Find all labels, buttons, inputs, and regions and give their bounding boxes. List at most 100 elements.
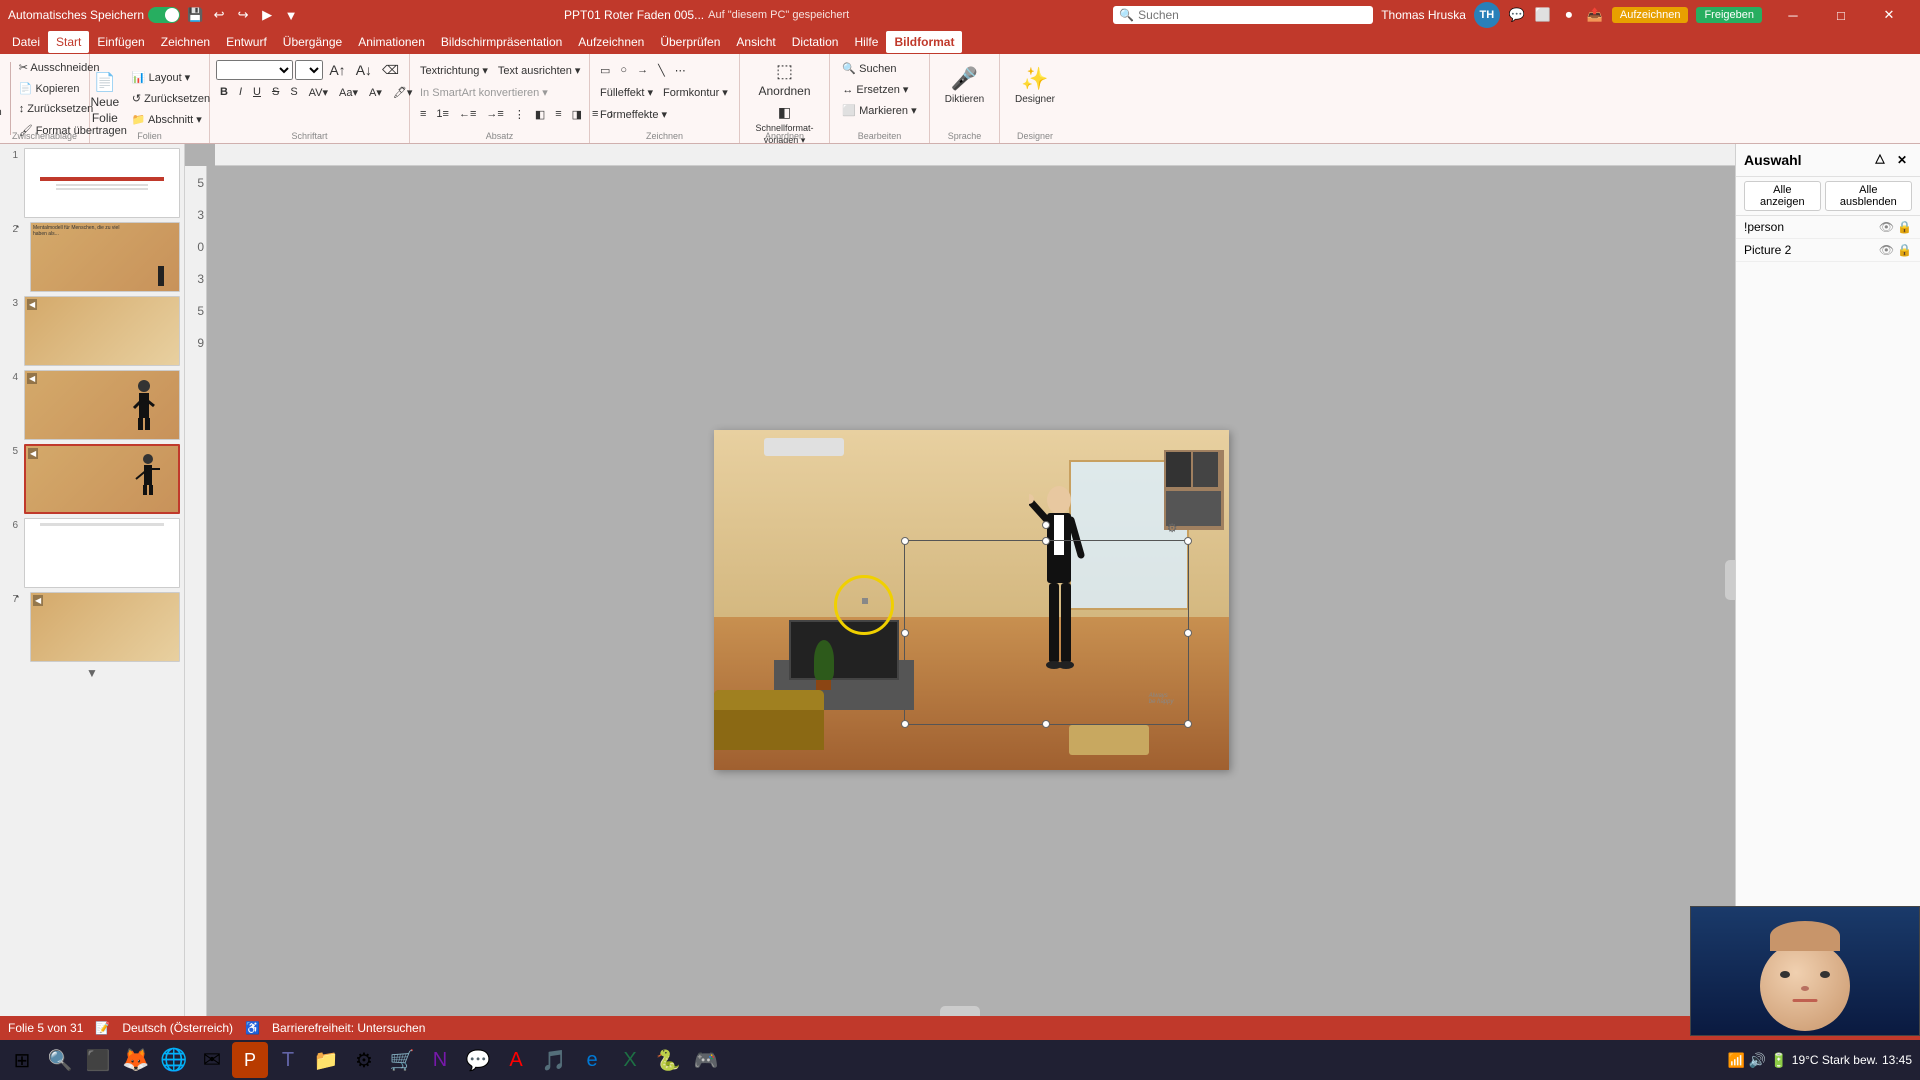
handle-tm[interactable] [1042, 537, 1050, 545]
slide-img-3[interactable]: ◀ [24, 296, 180, 366]
menu-dictation[interactable]: Dictation [784, 31, 847, 53]
present-icon[interactable]: ▶ [258, 6, 276, 24]
save-icon[interactable]: 💾 [186, 6, 204, 24]
menu-bildschirmpraesenation[interactable]: Bildschirmpräsentation [433, 31, 570, 53]
bold-btn[interactable]: B [216, 82, 232, 102]
fulleffekt-btn[interactable]: Fülleffekt ▾ [596, 82, 657, 102]
menu-einfuegen[interactable]: Einfügen [89, 31, 152, 53]
slide-thumb-5[interactable]: 5 ◀ [4, 444, 180, 514]
list-ol-btn[interactable]: 1≡ [432, 104, 453, 124]
shadow-btn[interactable]: S [286, 82, 301, 102]
slide-img-4[interactable]: ◀ [24, 370, 180, 440]
slide-thumb-4[interactable]: 4 ◀ [4, 370, 180, 440]
menu-aufzeichnen[interactable]: Aufzeichnen [570, 31, 652, 53]
redo-icon[interactable]: ↪ [234, 6, 252, 24]
handle-tl[interactable] [901, 537, 909, 545]
slide-img-1[interactable] [24, 148, 180, 218]
align-center-btn[interactable]: ≡ [551, 104, 565, 124]
formeffekte-btn[interactable]: Formeffekte ▾ [596, 104, 671, 124]
search-taskbar-btn[interactable]: 🔍 [42, 1042, 78, 1078]
search-input[interactable] [1138, 8, 1367, 22]
record-icon[interactable]: ⏺ [1560, 6, 1578, 24]
edge-icon[interactable]: e [574, 1042, 610, 1078]
fontcolor-btn[interactable]: A▾ [365, 82, 386, 102]
slide-img-5[interactable]: ◀ [24, 444, 180, 514]
menu-ueberpruefen[interactable]: Überprüfen [652, 31, 728, 53]
menu-ansicht[interactable]: Ansicht [728, 31, 783, 53]
chrome-icon[interactable]: 🌐 [156, 1042, 192, 1078]
lock-icon[interactable]: 🔒 [1897, 220, 1912, 234]
suchen-btn[interactable]: 🔍 Suchen [838, 58, 920, 78]
slide-thumb-3[interactable]: 3 ◀ [4, 296, 180, 366]
ersetzen-btn[interactable]: ↔ Ersetzen ▾ [838, 79, 920, 99]
visibility2-icon[interactable]: 👁 [1879, 243, 1894, 257]
weather-info[interactable]: 19°C Stark bew. [1792, 1053, 1878, 1067]
network-icon[interactable]: 📶 [1727, 1052, 1744, 1069]
panel-item-person[interactable]: !person 👁 🔒 [1736, 216, 1920, 239]
freigeben-btn[interactable]: Freigeben [1696, 7, 1762, 23]
share-icon[interactable]: 📤 [1586, 6, 1604, 24]
outlook-icon[interactable]: ✉ [194, 1042, 230, 1078]
shape-arrow[interactable]: → [633, 60, 652, 80]
resize-handle-right[interactable] [1725, 560, 1735, 600]
menu-zeichnen[interactable]: Zeichnen [153, 31, 218, 53]
menu-bildformat[interactable]: Bildformat [886, 31, 962, 53]
firefox-icon[interactable]: 🦊 [118, 1042, 154, 1078]
autosave-switch[interactable] [148, 7, 180, 23]
close-btn[interactable]: ✕ [1866, 0, 1912, 30]
start-btn[interactable]: ⊞ [4, 1042, 40, 1078]
slide-img-7[interactable]: ◀ [30, 592, 180, 662]
handle-ml[interactable] [901, 629, 909, 637]
autosave-toggle[interactable]: Automatisches Speichern [8, 7, 180, 23]
handle-bl[interactable] [901, 720, 909, 728]
music-icon[interactable]: 🎵 [536, 1042, 572, 1078]
formkontur-btn[interactable]: Formkontur ▾ [659, 82, 732, 102]
panel-item-picture2[interactable]: Picture 2 👁 🔒 [1736, 239, 1920, 262]
strikethrough-btn[interactable]: S [268, 82, 283, 102]
lock2-icon[interactable]: 🔒 [1897, 243, 1912, 257]
explorer-icon[interactable]: 📁 [308, 1042, 344, 1078]
resize-handle-bottom[interactable] [940, 1006, 980, 1016]
hide-all-btn[interactable]: Alle ausblenden [1825, 181, 1912, 211]
visibility-icon[interactable]: 👁 [1879, 220, 1894, 234]
teams-icon[interactable]: T [270, 1042, 306, 1078]
slide-img-2[interactable]: Mentalmodell für Menschen, die zu viel h… [30, 222, 180, 292]
smartart-btn[interactable]: In SmartArt konvertieren ▾ [416, 82, 552, 102]
settings-taskbar-icon[interactable]: ⚙ [346, 1042, 382, 1078]
comment-icon[interactable]: 💬 [1508, 6, 1526, 24]
app2-icon[interactable]: 🎮 [688, 1042, 724, 1078]
menu-animationen[interactable]: Animationen [350, 31, 433, 53]
align-right-btn[interactable]: ◨ [568, 104, 586, 124]
underline-btn[interactable]: U [249, 82, 265, 102]
text-ausrichten-btn[interactable]: Text ausrichten ▾ [494, 60, 585, 80]
present-mode-icon[interactable]: ⬜ [1534, 6, 1552, 24]
font-increase-btn[interactable]: A↑ [325, 60, 349, 80]
battery-icon[interactable]: 🔋 [1770, 1052, 1787, 1069]
menu-entwurf[interactable]: Entwurf [218, 31, 275, 53]
slide-thumb-6[interactable]: 6 [4, 518, 180, 588]
diktieren-btn[interactable]: 🎤 Diktieren [940, 58, 990, 112]
designer-btn[interactable]: ✨ Designer [1010, 58, 1060, 112]
menu-hilfe[interactable]: Hilfe [846, 31, 886, 53]
shape-line[interactable]: ╲ [654, 60, 669, 80]
scroll-down[interactable]: ▼ [4, 666, 180, 680]
textrichtung-btn[interactable]: Textrichtung ▾ [416, 60, 492, 80]
shape-ellipse[interactable]: ○ [616, 60, 631, 80]
clear-format-btn[interactable]: ⌫ [378, 60, 403, 80]
excel-icon[interactable]: X [612, 1042, 648, 1078]
shape-more[interactable]: ⋯ [671, 60, 690, 80]
zuruecksetzen-btn2[interactable]: ↺ Zurücksetzen [128, 89, 214, 109]
markieren-btn[interactable]: ⬜ Markieren ▾ [838, 100, 920, 120]
canvas-area[interactable]: 15 12 9 6 3 0 3 6 9 12 15 5 3 0 3 5 9 [185, 144, 1735, 1016]
shape-rect[interactable]: ▭ [596, 60, 614, 80]
settings-icon[interactable]: ⚙ [1167, 521, 1178, 535]
slide-thumb-1[interactable]: 1 [4, 148, 180, 218]
clock[interactable]: 13:45 [1882, 1053, 1912, 1067]
handle-bm[interactable] [1042, 720, 1050, 728]
adobe-icon[interactable]: A [498, 1042, 534, 1078]
charspacing-btn[interactable]: AV▾ [305, 82, 332, 102]
align-left-btn[interactable]: ◧ [531, 104, 549, 124]
slide-thumb-2[interactable]: 2 * Mentalmodell für Menschen, die zu vi… [4, 222, 180, 292]
italic-btn[interactable]: I [235, 82, 246, 102]
case-btn[interactable]: Aa▾ [335, 82, 362, 102]
